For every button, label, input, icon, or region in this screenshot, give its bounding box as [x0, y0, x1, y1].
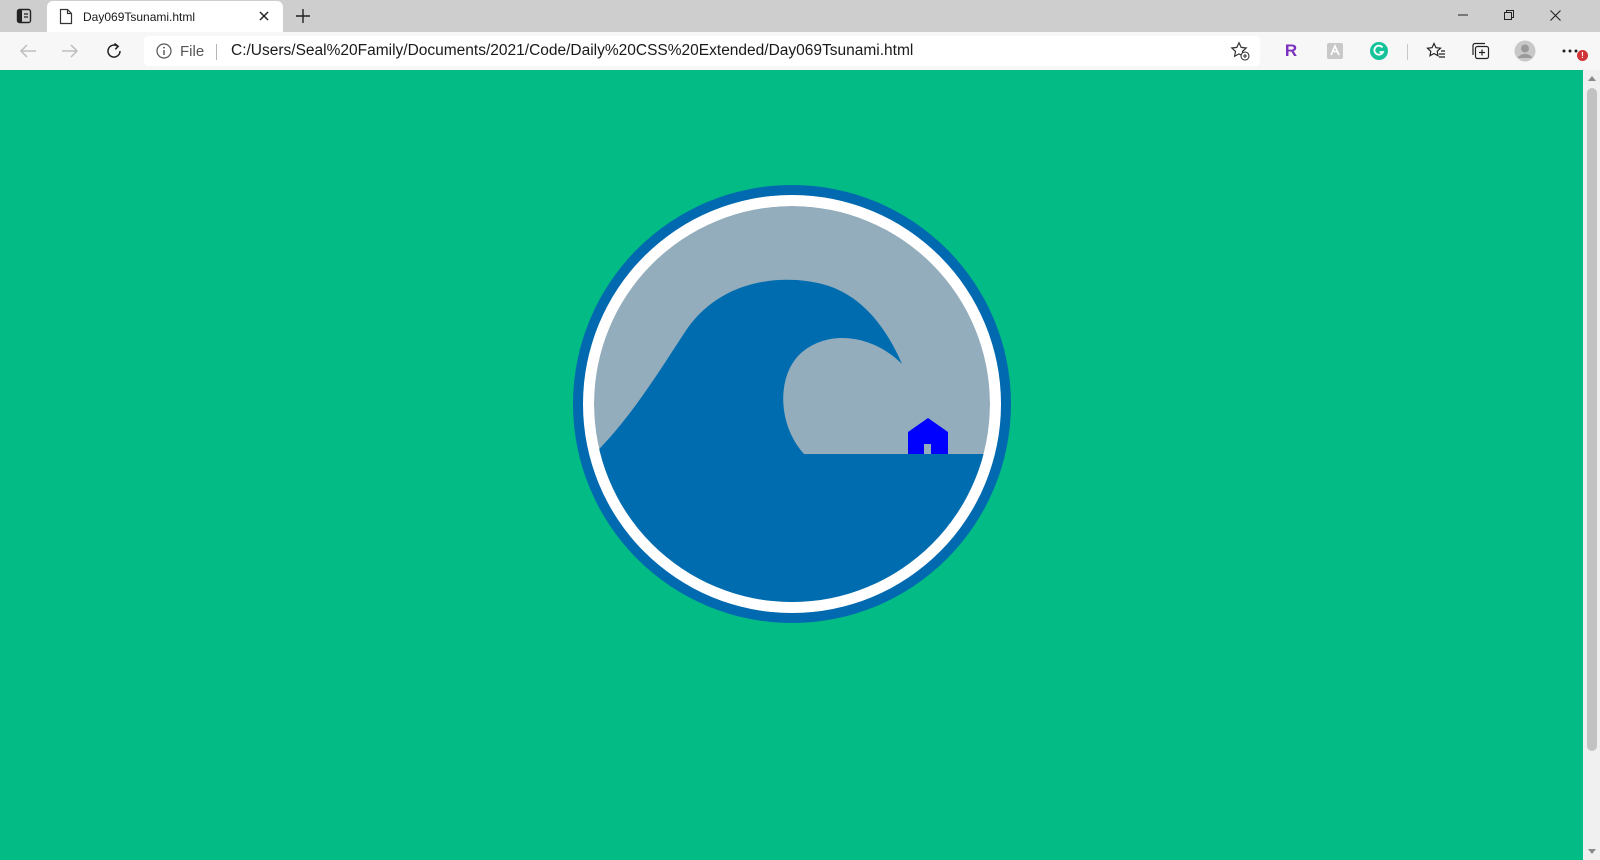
url-text[interactable]: C:/Users/Seal%20Family/Documents/2021/Co…: [231, 42, 913, 60]
active-tab[interactable]: Day069Tsunami.html: [47, 1, 283, 32]
caret-up-icon: [1587, 76, 1596, 81]
scrollbar-thumb[interactable]: [1587, 88, 1597, 751]
restore-icon: [1504, 10, 1514, 20]
tab-strip: Day069Tsunami.html: [0, 0, 1600, 32]
add-favorite-icon[interactable]: [1230, 41, 1250, 61]
tsunami-logo: [573, 185, 1011, 623]
browser-toolbar: File C:/Users/Seal%20Family/Documents/20…: [0, 32, 1600, 71]
close-icon: [259, 11, 269, 21]
close-window-button[interactable]: [1532, 0, 1578, 30]
tab-title: Day069Tsunami.html: [83, 10, 196, 24]
minimize-icon: [1458, 14, 1468, 16]
close-icon: [1549, 9, 1561, 21]
document-icon: [59, 8, 73, 25]
arrow-right-icon: [62, 44, 79, 58]
vertical-scrollbar[interactable]: [1583, 70, 1600, 860]
arrow-left-icon: [19, 44, 36, 58]
favorites-icon: [1426, 42, 1445, 58]
house-door: [924, 444, 931, 454]
refresh-icon: [107, 42, 121, 58]
address-bar[interactable]: File C:/Users/Seal%20Family/Documents/20…: [144, 36, 1260, 66]
page-viewport: [0, 70, 1583, 860]
toolbar-separator: [1407, 44, 1408, 60]
address-separator: [216, 44, 217, 60]
back-button[interactable]: [13, 37, 43, 65]
collections-button[interactable]: [1467, 38, 1493, 64]
forward-button[interactable]: [55, 37, 85, 65]
avatar-icon: [1514, 40, 1536, 62]
scheme-label: File: [180, 43, 205, 60]
scroll-up-arrow[interactable]: [1587, 74, 1596, 83]
minimize-button[interactable]: [1440, 0, 1486, 30]
caret-down-icon: [1587, 849, 1596, 854]
extension-grammarly-button[interactable]: [1366, 38, 1392, 64]
more-icon: [1562, 49, 1578, 53]
scroll-down-arrow[interactable]: [1587, 847, 1596, 856]
collections-icon: [1472, 42, 1490, 60]
restore-button[interactable]: [1486, 0, 1532, 30]
reader-icon: [1327, 43, 1343, 59]
notification-badge: !: [1577, 50, 1588, 61]
profile-button[interactable]: [1512, 38, 1538, 64]
refresh-button[interactable]: [99, 37, 129, 65]
info-icon[interactable]: [156, 43, 172, 59]
extension-reader-button[interactable]: [1322, 38, 1348, 64]
new-tab-button[interactable]: [290, 4, 316, 28]
tab-actions-icon: [16, 8, 32, 24]
tab-close-button[interactable]: [255, 7, 273, 25]
favorites-button[interactable]: [1423, 38, 1449, 64]
plus-icon: [296, 9, 310, 23]
extension-r-button[interactable]: R: [1278, 38, 1304, 64]
extension-r-icon: R: [1284, 41, 1298, 60]
grammarly-icon: [1370, 42, 1388, 60]
tab-actions-button[interactable]: [10, 5, 38, 27]
